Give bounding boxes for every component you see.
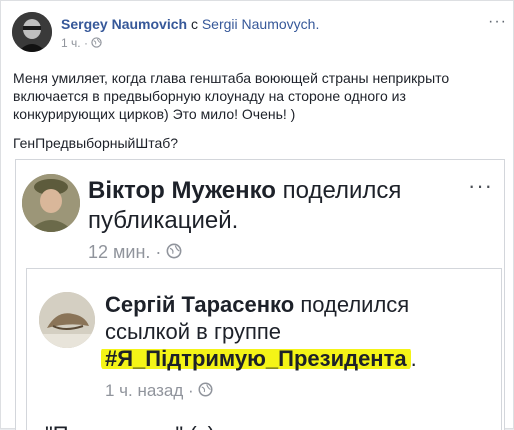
author-line: Sergey Naumovich с Sergii Naumovych. <box>61 15 319 33</box>
shared-more-icon: ··· <box>468 173 493 198</box>
nested-author-line: Сергій Тарасенко поделился ссылкой в гру… <box>101 291 490 372</box>
post-card: Sergey Naumovich с Sergii Naumovych. 1 ч… <box>0 0 514 430</box>
tagged-user-link[interactable]: Sergii Naumovych. <box>202 16 320 32</box>
nested-meta: 1 ч. назад · <box>105 381 213 402</box>
nested-shared-post: Сергій Тарасенко поделился ссылкой в гру… <box>26 268 502 430</box>
nested-timestamp: 1 ч. назад <box>105 381 184 400</box>
nested-author-avatar <box>39 292 95 348</box>
group-suffix: . <box>410 346 417 371</box>
post-paragraph: ГенПредвыборныйШтаб? <box>13 135 179 151</box>
group-hashtag: #Я_Підтримую_Президента <box>101 346 411 371</box>
author-name-link[interactable]: Sergey Naumovich <box>61 16 187 32</box>
shared-timestamp: 12 мин. <box>88 242 151 262</box>
post-body: Меня умиляет, когда глава генштаба воюющ… <box>13 69 507 163</box>
meta-separator: · <box>83 36 88 50</box>
shared-meta: 12 мин. · <box>88 242 182 264</box>
globe-icon <box>166 243 182 264</box>
post-paragraph: Меня умиляет, когда глава генштаба воюющ… <box>13 70 450 122</box>
shared-post-image[interactable]: Віктор Муженко поделился публикацией. ··… <box>15 159 505 430</box>
post-meta: 1 ч. · <box>61 36 102 51</box>
globe-icon <box>91 37 102 51</box>
shared-author-name: Віктор Муженко <box>88 177 276 204</box>
meta-separator: · <box>155 242 162 262</box>
shared-author-avatar <box>22 174 80 232</box>
nested-author-name: Сергій Тарасенко <box>105 292 295 317</box>
post-timestamp[interactable]: 1 ч. <box>61 36 81 50</box>
shared-author-line: Віктор Муженко поделился публикацией. <box>88 176 468 236</box>
more-options-icon[interactable]: ··· <box>488 14 507 30</box>
with-text: с <box>190 16 198 32</box>
author-avatar[interactable] <box>12 12 52 52</box>
globe-icon <box>198 382 213 402</box>
meta-separator: · <box>188 381 194 400</box>
